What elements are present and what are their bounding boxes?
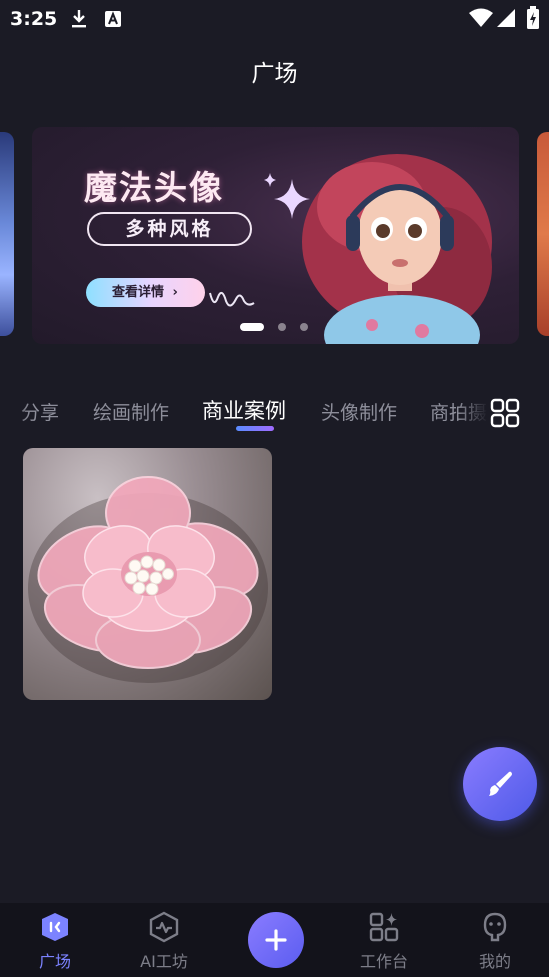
active-tab-indicator — [236, 426, 274, 431]
nav-workbench[interactable]: 工作台 — [334, 903, 434, 977]
tabs-fade-left — [0, 390, 30, 440]
workbench-icon — [369, 912, 399, 942]
battery-charging-icon — [527, 6, 539, 29]
nav-ai-workshop[interactable]: AI工坊 — [114, 903, 214, 977]
nav-plaza[interactable]: 广场 — [5, 903, 105, 977]
carousel-dot — [278, 323, 286, 331]
pink-flower-brooch-image — [28, 476, 268, 683]
banner-title: 魔法头像 — [84, 168, 224, 207]
notification-a-icon — [105, 11, 121, 27]
status-time: 3:25 — [10, 8, 58, 30]
ai-workshop-icon — [149, 911, 179, 943]
brush-icon — [489, 771, 512, 796]
nav-plaza-label: 广场 — [38, 952, 71, 971]
carousel-prev-slide[interactable] — [0, 132, 14, 336]
banner-detail-button[interactable]: 查看详情 › — [86, 278, 205, 307]
category-tabs: 分享 绘画制作 商业案例 头像制作 商拍摄 — [0, 390, 549, 440]
status-bar: 3:25 — [0, 0, 549, 38]
banner-slide[interactable]: 魔法头像 多种风格 查看详情 › — [32, 127, 519, 344]
chevron-right-icon: › — [172, 285, 178, 300]
grid-icon[interactable] — [490, 398, 520, 428]
nav-profile-label: 我的 — [478, 952, 511, 971]
nav-workbench-label: 工作台 — [359, 952, 408, 971]
create-brush-button[interactable] — [463, 747, 537, 821]
tab-avatar[interactable]: 头像制作 — [321, 398, 397, 425]
plus-icon — [265, 929, 287, 951]
profile-icon — [483, 912, 507, 942]
wifi-icon — [469, 8, 493, 27]
tabs-fade-right — [458, 390, 488, 440]
download-icon — [72, 10, 86, 28]
banner-detail-label: 查看详情 — [112, 285, 165, 300]
avatar-illustration — [302, 154, 492, 344]
create-plus-button[interactable] — [248, 912, 304, 968]
tab-painting[interactable]: 绘画制作 — [93, 398, 169, 425]
tab-business-cases[interactable]: 商业案例 — [202, 395, 286, 425]
nav-profile[interactable]: 我的 — [445, 903, 545, 977]
page-title: 广场 — [251, 61, 298, 87]
nav-ai-workshop-label: AI工坊 — [140, 952, 188, 971]
signal-icon — [497, 9, 515, 27]
banner-subtitle: 多种风格 — [87, 212, 252, 246]
squiggle-decoration — [209, 291, 255, 307]
carousel-dot-active — [240, 323, 264, 331]
plaza-icon — [42, 913, 68, 941]
carousel-next-slide[interactable] — [537, 132, 549, 336]
carousel-dot — [300, 323, 308, 331]
gallery-card[interactable] — [23, 448, 272, 700]
